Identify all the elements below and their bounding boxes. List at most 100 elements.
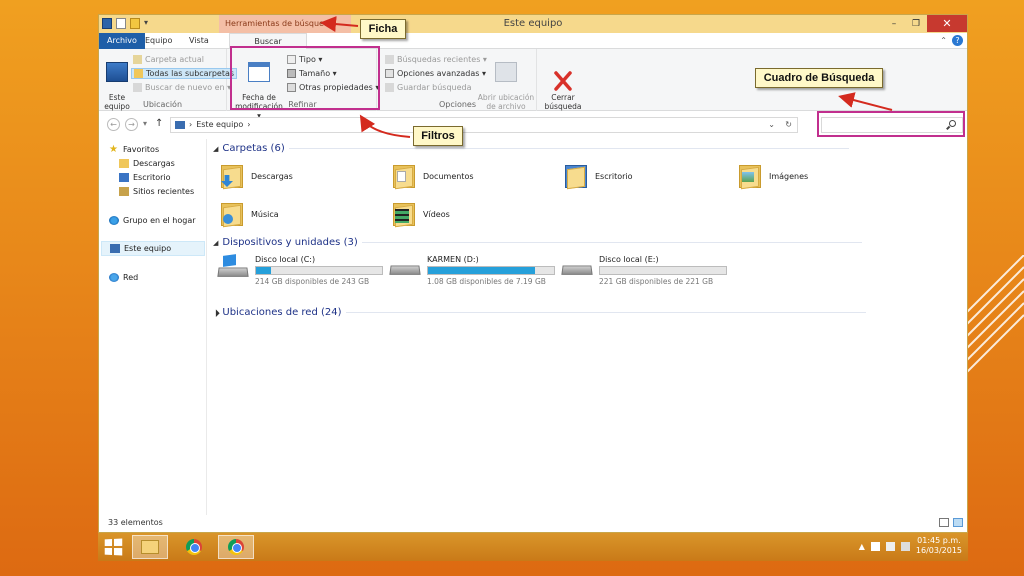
drive-d[interactable]: KARMEN (D:) 1.08 GB disponibles de 7.19 …: [389, 255, 555, 286]
callout-filtros: Filtros: [413, 126, 463, 146]
taskbar-file-explorer[interactable]: [132, 535, 168, 559]
carpeta-actual-button[interactable]: Carpeta actual: [133, 55, 204, 64]
volume-icon[interactable]: [900, 541, 910, 551]
expand-arrow-icon[interactable]: ◢: [211, 308, 220, 317]
tab-equipo[interactable]: Equipo: [137, 33, 180, 49]
close-button[interactable]: ✕: [927, 15, 967, 32]
drive-c[interactable]: Disco local (C:) 214 GB disponibles de 2…: [217, 254, 383, 286]
path-chevron[interactable]: ›: [247, 118, 250, 132]
guardar-busqueda-button[interactable]: Guardar búsqueda: [385, 83, 472, 92]
nav-red[interactable]: Red: [109, 273, 138, 282]
background-stripes: [964, 255, 1024, 375]
folder-musica[interactable]: Música: [219, 201, 279, 228]
close-search-icon: [552, 62, 574, 91]
new-folder-icon[interactable]: [130, 18, 140, 29]
section-divider: [361, 242, 862, 243]
qat-dropdown-icon[interactable]: ▾: [144, 18, 151, 29]
path-segment-este-equipo[interactable]: Este equipo: [196, 118, 243, 132]
address-dropdown-icon[interactable]: ⌄: [768, 118, 775, 132]
status-bar: 33 elementos: [99, 514, 967, 532]
file-explorer-icon: [141, 540, 159, 554]
pictures-folder-icon: [737, 163, 763, 190]
nav-favoritos[interactable]: ★ Favoritos: [109, 144, 159, 155]
search-again-icon: [133, 83, 142, 92]
clock[interactable]: 01:45 p.m. 16/03/2015: [916, 536, 962, 556]
buscar-de-nuevo-button[interactable]: Buscar de nuevo en ▾: [133, 83, 231, 92]
tab-vista[interactable]: Vista: [181, 33, 217, 49]
drive-e[interactable]: Disco local (E:) 221 GB disponibles de 2…: [561, 255, 727, 286]
folder-videos[interactable]: Vídeos: [391, 201, 450, 228]
clock-date: 16/03/2015: [915, 546, 962, 555]
taskbar-chrome-1[interactable]: [176, 535, 212, 559]
busquedas-recientes-label: Búsquedas recientes ▾: [397, 55, 487, 64]
maximize-button[interactable]: ❐: [905, 15, 927, 32]
computer-icon: [110, 244, 120, 253]
section-dispositivos[interactable]: ◢ Dispositivos y unidades (3): [213, 237, 862, 248]
filtros-highlight: [230, 46, 380, 110]
collapse-arrow-icon[interactable]: ◢: [213, 145, 218, 153]
quick-access-toolbar: ▾: [102, 18, 151, 29]
folder-label: Descargas: [251, 171, 293, 181]
busquedas-recientes-button[interactable]: Búsquedas recientes ▾: [385, 55, 487, 64]
section-carpetas-label: Carpetas (6): [222, 143, 285, 154]
properties-icon[interactable]: [116, 18, 126, 29]
folder-descargas[interactable]: Descargas: [219, 163, 293, 190]
group-label-ubicacion: Ubicación: [142, 100, 183, 109]
opciones-avanzadas-button[interactable]: Opciones avanzadas ▾: [385, 69, 486, 78]
folder-documentos[interactable]: Documentos: [391, 163, 474, 190]
nav-grupo-hogar[interactable]: Grupo en el hogar: [109, 216, 196, 225]
help-icon[interactable]: ?: [952, 35, 963, 46]
search-box-highlight: [817, 111, 965, 137]
cerrar-busqueda-button[interactable]: Cerrar búsqueda: [541, 53, 585, 111]
show-hidden-icons[interactable]: ▲: [859, 542, 865, 551]
downloads-folder-icon: [119, 159, 129, 168]
app-icon[interactable]: [102, 18, 112, 29]
todas-subcarpetas-button[interactable]: Todas las subcarpetas: [131, 68, 238, 79]
folder-label: Vídeos: [423, 209, 450, 219]
nav-este-equipo[interactable]: Este equipo: [101, 241, 205, 256]
view-buttons: [939, 518, 963, 527]
details-view-icon[interactable]: [939, 518, 949, 527]
nav-grupo-label: Grupo en el hogar: [123, 216, 196, 225]
path-separator: ›: [189, 120, 193, 129]
callout-cuadro-busqueda: Cuadro de Búsqueda: [755, 68, 883, 88]
guardar-busqueda-label: Guardar búsqueda: [397, 83, 472, 92]
taskbar-chrome-2[interactable]: [218, 535, 254, 559]
drive-name: Disco local (E:): [599, 255, 659, 264]
up-button[interactable]: ↑: [155, 118, 163, 129]
windows-start-icon[interactable]: [104, 538, 123, 556]
forward-button[interactable]: →: [125, 118, 138, 131]
nav-escritorio[interactable]: Escritorio: [119, 173, 171, 182]
folder-label: Documentos: [423, 171, 474, 181]
network-tray-icon[interactable]: [885, 541, 895, 551]
folder-imagenes[interactable]: Imágenes: [737, 163, 809, 190]
back-button[interactable]: ←: [107, 118, 120, 131]
section-red[interactable]: ◢ Ubicaciones de red (24): [211, 307, 866, 318]
notifications-flag-icon[interactable]: [870, 541, 880, 551]
drive-usage-bar: [599, 266, 727, 275]
homegroup-icon: [109, 216, 119, 225]
recent-places-icon: [119, 187, 129, 196]
collapse-arrow-icon[interactable]: ◢: [213, 239, 218, 247]
nav-descargas[interactable]: Descargas: [119, 159, 175, 168]
recent-locations-button[interactable]: ▾: [143, 119, 147, 128]
usb-drive-icon: [389, 255, 421, 281]
nav-descargas-label: Descargas: [133, 159, 175, 168]
large-icons-view-icon[interactable]: [953, 518, 963, 527]
folder-label: Imágenes: [769, 171, 809, 181]
refresh-icon[interactable]: ↻: [785, 118, 792, 132]
clock-time: 01:45 p.m.: [917, 536, 961, 545]
section-carpetas[interactable]: ◢ Carpetas (6): [213, 143, 849, 154]
drive-usage-fill: [428, 267, 536, 274]
collapse-ribbon-icon[interactable]: ⌃: [940, 36, 947, 45]
minimize-button[interactable]: –: [883, 15, 905, 32]
title-bar: Este equipo ▾ Herramientas de búsqueda –…: [99, 15, 967, 33]
star-icon: ★: [109, 144, 118, 155]
address-field[interactable]: › Este equipo › ⌄ ↻: [170, 117, 798, 133]
folder-escritorio[interactable]: Escritorio: [563, 163, 633, 190]
videos-folder-icon: [391, 201, 417, 228]
nav-sitios-recientes[interactable]: Sitios recientes: [119, 187, 194, 196]
item-count: 33 elementos: [108, 518, 163, 527]
section-red-label: Ubicaciones de red (24): [222, 307, 342, 318]
save-search-icon: [385, 83, 394, 92]
